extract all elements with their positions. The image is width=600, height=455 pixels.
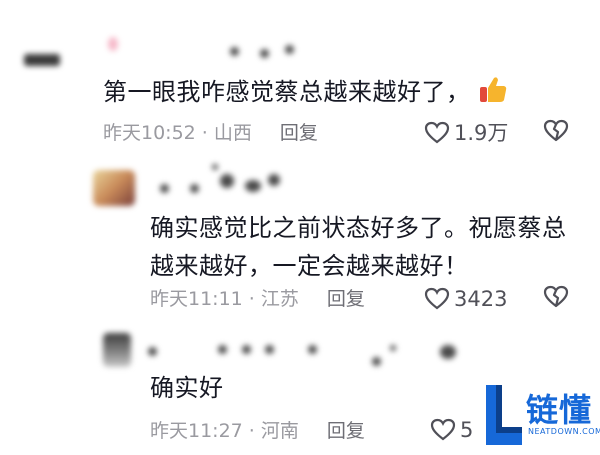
like-count: 1.9万	[454, 121, 509, 145]
watermark-logo: 链懂 NEATDOWN.COM	[482, 383, 600, 449]
comment-time: 昨天10:52	[103, 122, 196, 144]
comment-location: 山西	[213, 122, 252, 144]
comment-text: 确实感觉比之前状态好多了。祝愿蔡总 越来越好，一定会越来越好！	[150, 214, 567, 280]
watermark-name: 链懂	[526, 391, 593, 429]
avatar[interactable]	[93, 170, 135, 206]
thumbs-up-icon	[477, 74, 509, 117]
comment-location: 河南	[260, 420, 299, 442]
comment-text: 确实好	[150, 374, 224, 402]
like-count: 3423	[454, 287, 508, 311]
watermark-domain: NEATDOWN.COM	[528, 427, 600, 436]
comment-meta: 昨天11:27 · 河南 回复	[150, 420, 365, 442]
heart-outline-icon	[424, 121, 450, 144]
comment-meta: 昨天10:52 · 山西 回复	[103, 122, 318, 144]
broken-heart-icon[interactable]	[542, 118, 572, 148]
like-count: 5	[460, 418, 474, 442]
avatar[interactable]	[103, 333, 131, 367]
heart-outline-icon	[430, 418, 456, 441]
comment-time: 昨天11:11	[150, 288, 243, 310]
comment-text: 第一眼我咋感觉蔡总越来越好了，	[103, 73, 509, 117]
username-blurred[interactable]	[100, 35, 300, 61]
reply-button[interactable]: 回复	[327, 288, 365, 310]
comment-time: 昨天11:27	[150, 420, 243, 442]
reply-button[interactable]: 回复	[280, 122, 318, 144]
like-button[interactable]: 5	[430, 415, 473, 445]
comment-location: 江苏	[260, 288, 299, 310]
comment-meta: 昨天11:11 · 江苏 回复	[150, 288, 365, 310]
l-logo-icon	[486, 385, 522, 445]
avatar[interactable]	[24, 44, 60, 72]
like-button[interactable]: 3423	[424, 284, 507, 314]
username-blurred[interactable]	[150, 162, 300, 198]
heart-outline-icon	[424, 287, 450, 310]
broken-heart-icon[interactable]	[542, 284, 572, 314]
reply-button[interactable]: 回复	[327, 420, 365, 442]
like-button[interactable]: 1.9万	[424, 118, 508, 148]
username-blurred[interactable]	[140, 335, 470, 369]
